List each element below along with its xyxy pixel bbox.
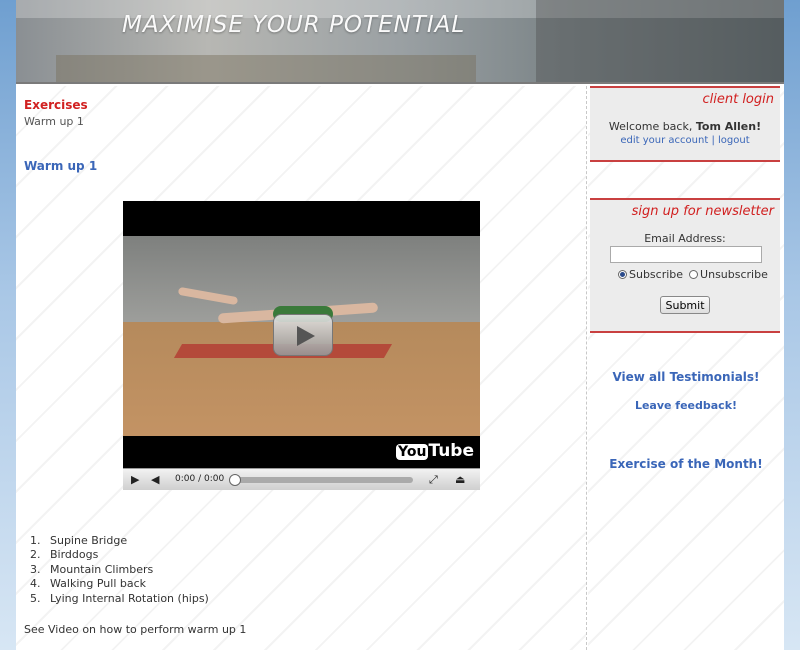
link-separator: | — [711, 135, 715, 146]
exercise-month-link[interactable]: Exercise of the Month! — [588, 457, 784, 471]
play-icon — [297, 326, 315, 346]
breadcrumb: Warm up 1 — [24, 115, 84, 128]
progress-bar[interactable] — [229, 474, 413, 486]
column-divider — [586, 86, 587, 650]
video-controls: ▶ ◀ 0:00 / 0:00 ⤢ ⏏ — [123, 468, 480, 490]
newsletter-box: sign up for newsletter Email Address: Su… — [590, 198, 780, 333]
play-icon[interactable]: ▶ — [131, 473, 139, 486]
client-login-title: client login — [702, 92, 774, 107]
user-name: Tom Allen! — [695, 120, 762, 133]
list-item: 5. Lying Internal Rotation (hips) — [30, 592, 209, 606]
unsubscribe-label: Unsubscribe — [700, 268, 768, 281]
page-container: MAXIMISE YOUR POTENTIAL Exercises Warm u… — [16, 0, 784, 650]
welcome-prefix: Welcome back, — [608, 120, 696, 133]
banner-photo-shadow — [536, 0, 784, 82]
exercise-name: Mountain Climbers — [50, 562, 154, 576]
exercise-list: 1. Supine Bridge 2. Birddogs 3. Mountain Cl… — [30, 534, 209, 606]
subscribe-option[interactable]: Subscribe — [618, 268, 683, 281]
video-time: 0:00 / 0:00 — [175, 474, 225, 484]
video-frame[interactable] — [123, 236, 480, 436]
exercise-name: Supine Bridge — [50, 534, 128, 547]
page-title: Warm up 1 — [24, 159, 98, 173]
banner-photo-detail — [56, 55, 476, 82]
youtube-logo-you: You — [396, 444, 429, 460]
list-item: 2. Birddogs — [30, 548, 209, 562]
list-number: 4. — [30, 577, 41, 591]
list-number: 3. — [30, 562, 41, 576]
exercise-name: Walking Pull back — [50, 577, 147, 591]
header-banner: MAXIMISE YOUR POTENTIAL — [16, 0, 784, 84]
fullscreen-icon[interactable]: ⤢ — [429, 473, 438, 487]
list-item: 1. Supine Bridge — [30, 534, 209, 548]
email-label: Email Address: — [644, 232, 726, 245]
email-field[interactable] — [610, 246, 762, 263]
list-number: 5. — [30, 591, 41, 605]
youtube-logo-tube: Tube — [428, 441, 474, 461]
logout-link[interactable]: logout — [718, 135, 750, 146]
subscribe-label: Subscribe — [629, 268, 684, 281]
progress-handle[interactable] — [229, 474, 241, 486]
see-video-text: See Video on how to perform warm up 1 — [24, 623, 247, 636]
section-heading: Exercises — [24, 98, 88, 112]
main-content: Exercises Warm up 1 Warm up 1 You Tube ▶ … — [16, 86, 586, 650]
video-player[interactable]: You Tube ▶ ◀ 0:00 / 0:00 ⤢ ⏏ — [123, 201, 480, 490]
client-login-box: client login Welcome back, Tom Allen! ed… — [590, 86, 780, 162]
subscription-options: Subscribe Unsubscribe — [618, 268, 768, 281]
feedback-link[interactable]: Leave feedback! — [588, 399, 784, 412]
unsubscribe-option[interactable]: Unsubscribe — [689, 268, 768, 281]
expand-icon[interactable]: ⏏ — [455, 473, 465, 486]
youtube-logo[interactable]: You Tube — [396, 441, 474, 461]
list-item: 4. Walking Pull back — [30, 577, 209, 591]
unsubscribe-radio[interactable] — [689, 270, 699, 279]
list-item: 3. Mountain Climbers — [30, 563, 209, 577]
welcome-message: Welcome back, Tom Allen! — [590, 120, 780, 133]
exercise-name: Lying Internal Rotation (hips) — [50, 591, 209, 605]
edit-account-link[interactable]: edit your account — [620, 135, 708, 146]
newsletter-title: sign up for newsletter — [631, 204, 774, 219]
subscribe-radio[interactable] — [618, 270, 627, 279]
exercise-name: Birddogs — [50, 548, 99, 562]
volume-icon[interactable]: ◀ — [151, 473, 159, 486]
site-title: MAXIMISE YOUR POTENTIAL — [122, 12, 466, 38]
submit-button[interactable]: Submit — [660, 296, 710, 314]
play-overlay-button[interactable] — [273, 314, 333, 356]
list-number: 1. — [30, 534, 41, 547]
account-links: edit your account | logout — [590, 135, 780, 146]
testimonials-link[interactable]: View all Testimonials! — [588, 370, 784, 384]
sidebar: client login Welcome back, Tom Allen! ed… — [588, 86, 784, 650]
list-number: 2. — [30, 548, 41, 562]
